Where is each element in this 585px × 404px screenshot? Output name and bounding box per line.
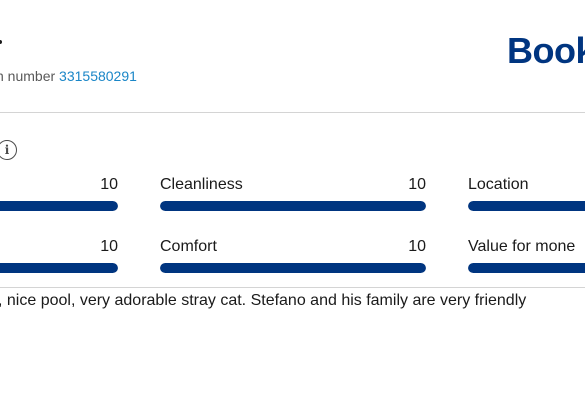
review-card: n number 3315580291 Book i 10 Cleanlines… [0,0,585,404]
rating-bar [160,263,426,273]
rating-label: Value for mone [468,238,576,255]
info-icon[interactable]: i [0,140,17,160]
rating-bar [468,263,585,273]
rating-location: Location [468,176,585,216]
rating-score: 10 [408,238,426,255]
review-text: , nice pool, very adorable stray cat. St… [0,292,527,309]
rating-bar [0,263,118,273]
rating-bar [160,201,426,211]
booking-logo: Book [507,30,585,71]
divider-top [0,112,585,113]
rating-label: Comfort [160,238,217,255]
rating-score: 10 [100,238,118,255]
rating-label: Cleanliness [160,176,243,193]
rating-row-2-col-1: 10 [0,238,118,278]
rating-bar [468,201,585,211]
reservation-label: n number [0,68,56,84]
rating-bar-fill [0,263,118,273]
reservation-line: n number 3315580291 [0,68,137,84]
rating-row-1-col-1: 10 [0,176,118,216]
rating-bar-fill [160,263,426,273]
reservation-number[interactable]: 3315580291 [59,68,137,84]
rating-cleanliness: Cleanliness 10 [160,176,426,216]
rating-bar-fill [0,201,118,211]
rating-value-for-money: Value for mone [468,238,585,278]
divider-bottom [0,287,585,288]
rating-comfort: Comfort 10 [160,238,426,278]
rating-bar-fill [160,201,426,211]
title-fragment [0,40,2,44]
rating-bar-fill [468,201,585,211]
rating-score: 10 [100,176,118,193]
rating-label: Location [468,176,529,193]
rating-bar-fill [468,263,585,273]
rating-bar [0,201,118,211]
rating-score: 10 [408,176,426,193]
